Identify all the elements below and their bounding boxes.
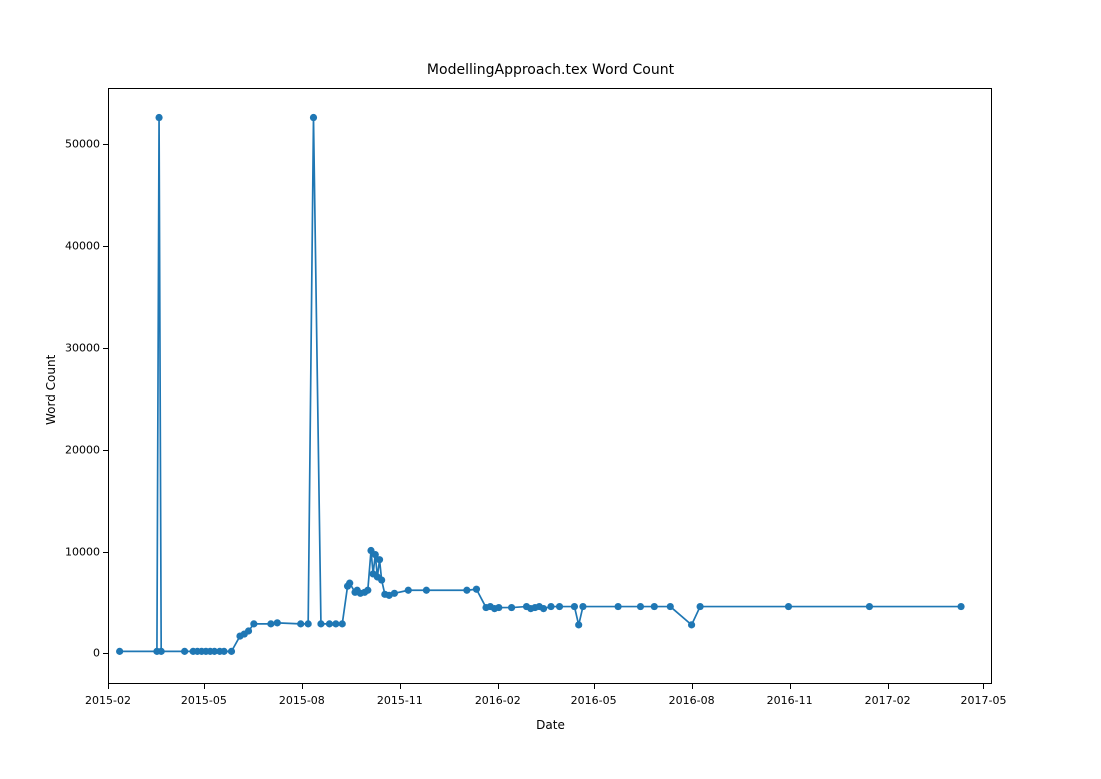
x-tick-label: 2016-02 <box>475 694 521 707</box>
x-tick-mark <box>498 684 499 689</box>
data-point <box>158 648 165 655</box>
data-point <box>697 603 704 610</box>
data-point <box>463 587 470 594</box>
x-tick-mark <box>594 684 595 689</box>
data-point <box>297 620 304 627</box>
y-tick-label: 50000 <box>65 138 100 151</box>
data-point <box>155 114 162 121</box>
data-point <box>267 620 274 627</box>
data-point <box>575 621 582 628</box>
x-tick-label: 2015-11 <box>377 694 423 707</box>
y-tick-label: 10000 <box>65 545 100 558</box>
y-tick-mark <box>103 144 108 145</box>
data-point <box>116 648 123 655</box>
y-tick-mark <box>103 246 108 247</box>
data-point <box>615 603 622 610</box>
data-point <box>228 648 235 655</box>
data-point <box>556 603 563 610</box>
data-point <box>250 620 257 627</box>
y-tick-mark <box>103 348 108 349</box>
y-tick-label: 30000 <box>65 341 100 354</box>
x-tick-label: 2016-08 <box>669 694 715 707</box>
x-tick-label: 2017-05 <box>960 694 1006 707</box>
data-point <box>220 648 227 655</box>
x-tick-label: 2015-08 <box>279 694 325 707</box>
x-tick-mark <box>888 684 889 689</box>
data-point <box>274 619 281 626</box>
x-tick-mark <box>790 684 791 689</box>
data-point <box>181 648 188 655</box>
data-point <box>391 590 398 597</box>
data-line <box>120 118 961 652</box>
data-point <box>245 627 252 634</box>
data-point <box>785 603 792 610</box>
data-point <box>547 603 554 610</box>
y-tick-label: 0 <box>93 647 100 660</box>
x-tick-mark <box>983 684 984 689</box>
y-tick-label: 20000 <box>65 443 100 456</box>
x-tick-label: 2017-02 <box>865 694 911 707</box>
chart-title: ModellingApproach.tex Word Count <box>0 62 1101 78</box>
x-axis-label: Date <box>0 718 1101 732</box>
data-point <box>326 620 333 627</box>
plot-svg <box>109 89 993 685</box>
figure: ModellingApproach.tex Word Count Word Co… <box>0 0 1101 779</box>
data-point <box>866 603 873 610</box>
data-point <box>579 603 586 610</box>
x-tick-mark <box>302 684 303 689</box>
plot-area <box>108 88 992 684</box>
data-point <box>317 620 324 627</box>
y-tick-mark <box>103 552 108 553</box>
x-tick-mark <box>108 684 109 689</box>
data-point <box>339 620 346 627</box>
data-point <box>423 587 430 594</box>
data-point <box>376 556 383 563</box>
data-point <box>332 620 339 627</box>
x-tick-mark <box>400 684 401 689</box>
data-point <box>571 603 578 610</box>
data-point <box>346 580 353 587</box>
x-tick-label: 2016-11 <box>767 694 813 707</box>
y-tick-mark <box>103 653 108 654</box>
data-point <box>378 576 385 583</box>
y-axis-label: Word Count <box>44 0 58 779</box>
data-point <box>637 603 644 610</box>
data-point <box>405 587 412 594</box>
x-tick-mark <box>692 684 693 689</box>
data-point <box>667 603 674 610</box>
data-point <box>688 621 695 628</box>
data-point <box>305 620 312 627</box>
y-tick-label: 40000 <box>65 239 100 252</box>
x-tick-label: 2016-05 <box>571 694 617 707</box>
data-point <box>310 114 317 121</box>
data-point <box>508 604 515 611</box>
data-point <box>651 603 658 610</box>
data-point <box>495 604 502 611</box>
y-tick-mark <box>103 450 108 451</box>
data-point <box>957 603 964 610</box>
x-tick-mark <box>204 684 205 689</box>
data-point <box>473 586 480 593</box>
data-point <box>540 605 547 612</box>
x-tick-label: 2015-02 <box>85 694 131 707</box>
x-tick-label: 2015-05 <box>181 694 227 707</box>
data-point <box>364 587 371 594</box>
